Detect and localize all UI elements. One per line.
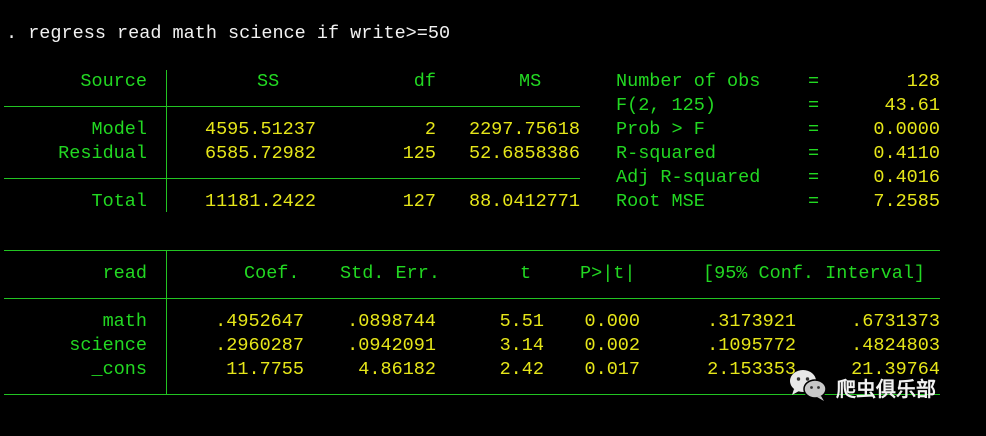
coef-header-ci: [95% Conf. Interval] bbox=[703, 263, 926, 284]
coef-row-t: 3.14 bbox=[499, 335, 544, 356]
anova-row-df: 125 bbox=[402, 143, 436, 164]
coef-column-divider bbox=[166, 250, 167, 394]
anova-total-ms: 88.0412771 bbox=[468, 191, 580, 212]
coef-top-rule bbox=[4, 250, 940, 251]
command-line: . regress read math science if write>=50 bbox=[6, 23, 451, 44]
coef-row-t: 5.51 bbox=[499, 311, 544, 332]
stat-value: 43.61 bbox=[884, 95, 940, 116]
coef-row-ci-low: .3173921 bbox=[707, 311, 796, 332]
coef-row-ci-low: 2.153353 bbox=[707, 359, 796, 380]
anova-header-source: Source bbox=[80, 71, 147, 92]
anova-header-df: df bbox=[413, 71, 436, 92]
stat-label: Prob > F bbox=[616, 119, 705, 140]
stat-equals: = bbox=[808, 191, 820, 212]
coef-row-p: 0.000 bbox=[584, 311, 640, 332]
wechat-icon bbox=[788, 368, 828, 410]
anova-total-rule bbox=[4, 178, 580, 179]
coef-row-var: math bbox=[102, 311, 147, 332]
anova-row-source: Residual bbox=[58, 143, 147, 164]
anova-header-ms: MS bbox=[519, 71, 542, 92]
watermark: 爬虫俱乐部 bbox=[788, 370, 936, 406]
coef-row-ci-high: .4824803 bbox=[851, 335, 940, 356]
anova-row-ms: 2297.75618 bbox=[468, 119, 580, 140]
coef-row-coef: .2960287 bbox=[215, 335, 304, 356]
coef-header-coef: Coef. bbox=[244, 263, 300, 284]
stat-equals: = bbox=[808, 167, 820, 188]
coef-row-se: 4.86182 bbox=[358, 359, 436, 380]
anova-row-source: Model bbox=[91, 119, 147, 140]
coef-row-se: .0898744 bbox=[347, 311, 436, 332]
coef-header-rule bbox=[4, 298, 940, 299]
coef-header-var: read bbox=[102, 263, 147, 284]
stat-label: R-squared bbox=[616, 143, 716, 164]
anova-header-rule bbox=[4, 106, 580, 107]
stat-value: 7.2585 bbox=[873, 191, 940, 212]
stat-value: 0.4016 bbox=[873, 167, 940, 188]
stat-label: Adj R-squared bbox=[616, 167, 761, 188]
anova-total-ss: 11181.2422 bbox=[204, 191, 316, 212]
anova-row-ss: 6585.72982 bbox=[204, 143, 316, 164]
coef-header-se: Std. Err. bbox=[340, 263, 440, 284]
coef-row-coef: 11.7755 bbox=[226, 359, 304, 380]
anova-row-ss: 4595.51237 bbox=[204, 119, 316, 140]
anova-total-source: Total bbox=[91, 191, 147, 212]
stat-label: F(2, 125) bbox=[616, 95, 716, 116]
coef-header-t: t bbox=[520, 263, 532, 284]
watermark-text: 爬虫俱乐部 bbox=[836, 377, 936, 401]
coef-row-coef: .4952647 bbox=[215, 311, 304, 332]
coef-row-p: 0.017 bbox=[584, 359, 640, 380]
coef-header-p: P>|t| bbox=[580, 263, 636, 284]
stat-value: 0.0000 bbox=[873, 119, 940, 140]
anova-header-ss: SS bbox=[257, 71, 280, 92]
anova-row-df: 2 bbox=[424, 119, 436, 140]
anova-column-divider bbox=[166, 70, 167, 212]
coef-row-ci-low: .1095772 bbox=[707, 335, 796, 356]
anova-total-df: 127 bbox=[402, 191, 436, 212]
stat-equals: = bbox=[808, 95, 820, 116]
stat-label: Number of obs bbox=[616, 71, 761, 92]
anova-row-ms: 52.6858386 bbox=[468, 143, 580, 164]
coef-row-var: science bbox=[69, 335, 147, 356]
stat-equals: = bbox=[808, 71, 820, 92]
stat-equals: = bbox=[808, 143, 820, 164]
stat-value: 128 bbox=[906, 71, 940, 92]
coef-row-var: _cons bbox=[91, 359, 147, 380]
stat-value: 0.4110 bbox=[873, 143, 940, 164]
coef-row-p: 0.002 bbox=[584, 335, 640, 356]
stat-label: Root MSE bbox=[616, 191, 705, 212]
coef-row-se: .0942091 bbox=[347, 335, 436, 356]
stat-equals: = bbox=[808, 119, 820, 140]
coef-row-t: 2.42 bbox=[499, 359, 544, 380]
coef-row-ci-high: .6731373 bbox=[851, 311, 940, 332]
